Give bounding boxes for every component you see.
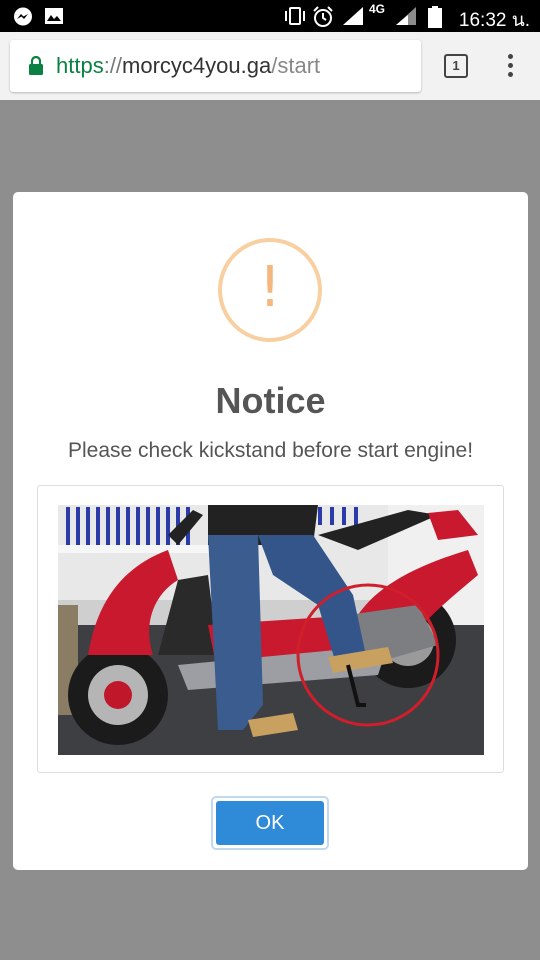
ok-button[interactable]: OK xyxy=(211,796,329,850)
messenger-icon xyxy=(14,7,32,26)
ok-button-label: OK xyxy=(216,801,324,845)
vibrate-icon xyxy=(285,7,305,25)
network-type: 4G xyxy=(369,2,386,16)
gallery-icon xyxy=(45,8,63,24)
warning-icon: ! xyxy=(218,238,322,342)
status-bar: 4G 16:32 น. xyxy=(0,0,540,32)
url-text[interactable]: https://morcyc4you.ga/start xyxy=(56,53,320,79)
address-bar[interactable]: https://morcyc4you.ga/start xyxy=(10,40,421,92)
dialog-title: Notice xyxy=(215,380,326,421)
image-frame xyxy=(37,485,504,773)
scooter-illustration xyxy=(58,505,484,755)
url-separator: :// xyxy=(103,53,123,78)
overflow-menu-button[interactable] xyxy=(498,52,522,80)
battery-icon xyxy=(428,6,442,28)
browser-toolbar: https://morcyc4you.ga/start 1 xyxy=(0,32,540,100)
dialog-message: Please check kickstand before start engi… xyxy=(67,439,474,462)
warning-symbol: ! xyxy=(258,255,282,320)
signal-icon xyxy=(343,7,363,25)
scooter-kickstand-photo xyxy=(58,505,484,755)
alarm-icon xyxy=(313,6,333,27)
url-scheme: https xyxy=(56,53,104,78)
url-host: morcyc4you.ga xyxy=(122,53,272,78)
clock: 16:32 น. xyxy=(458,10,530,31)
tab-switcher-button[interactable]: 1 xyxy=(444,54,468,78)
url-path: /start xyxy=(271,53,321,78)
signal-icon-2 xyxy=(396,7,416,25)
lock-icon xyxy=(29,56,43,75)
notice-dialog: ! Notice Please check kickstand before s… xyxy=(13,192,528,870)
